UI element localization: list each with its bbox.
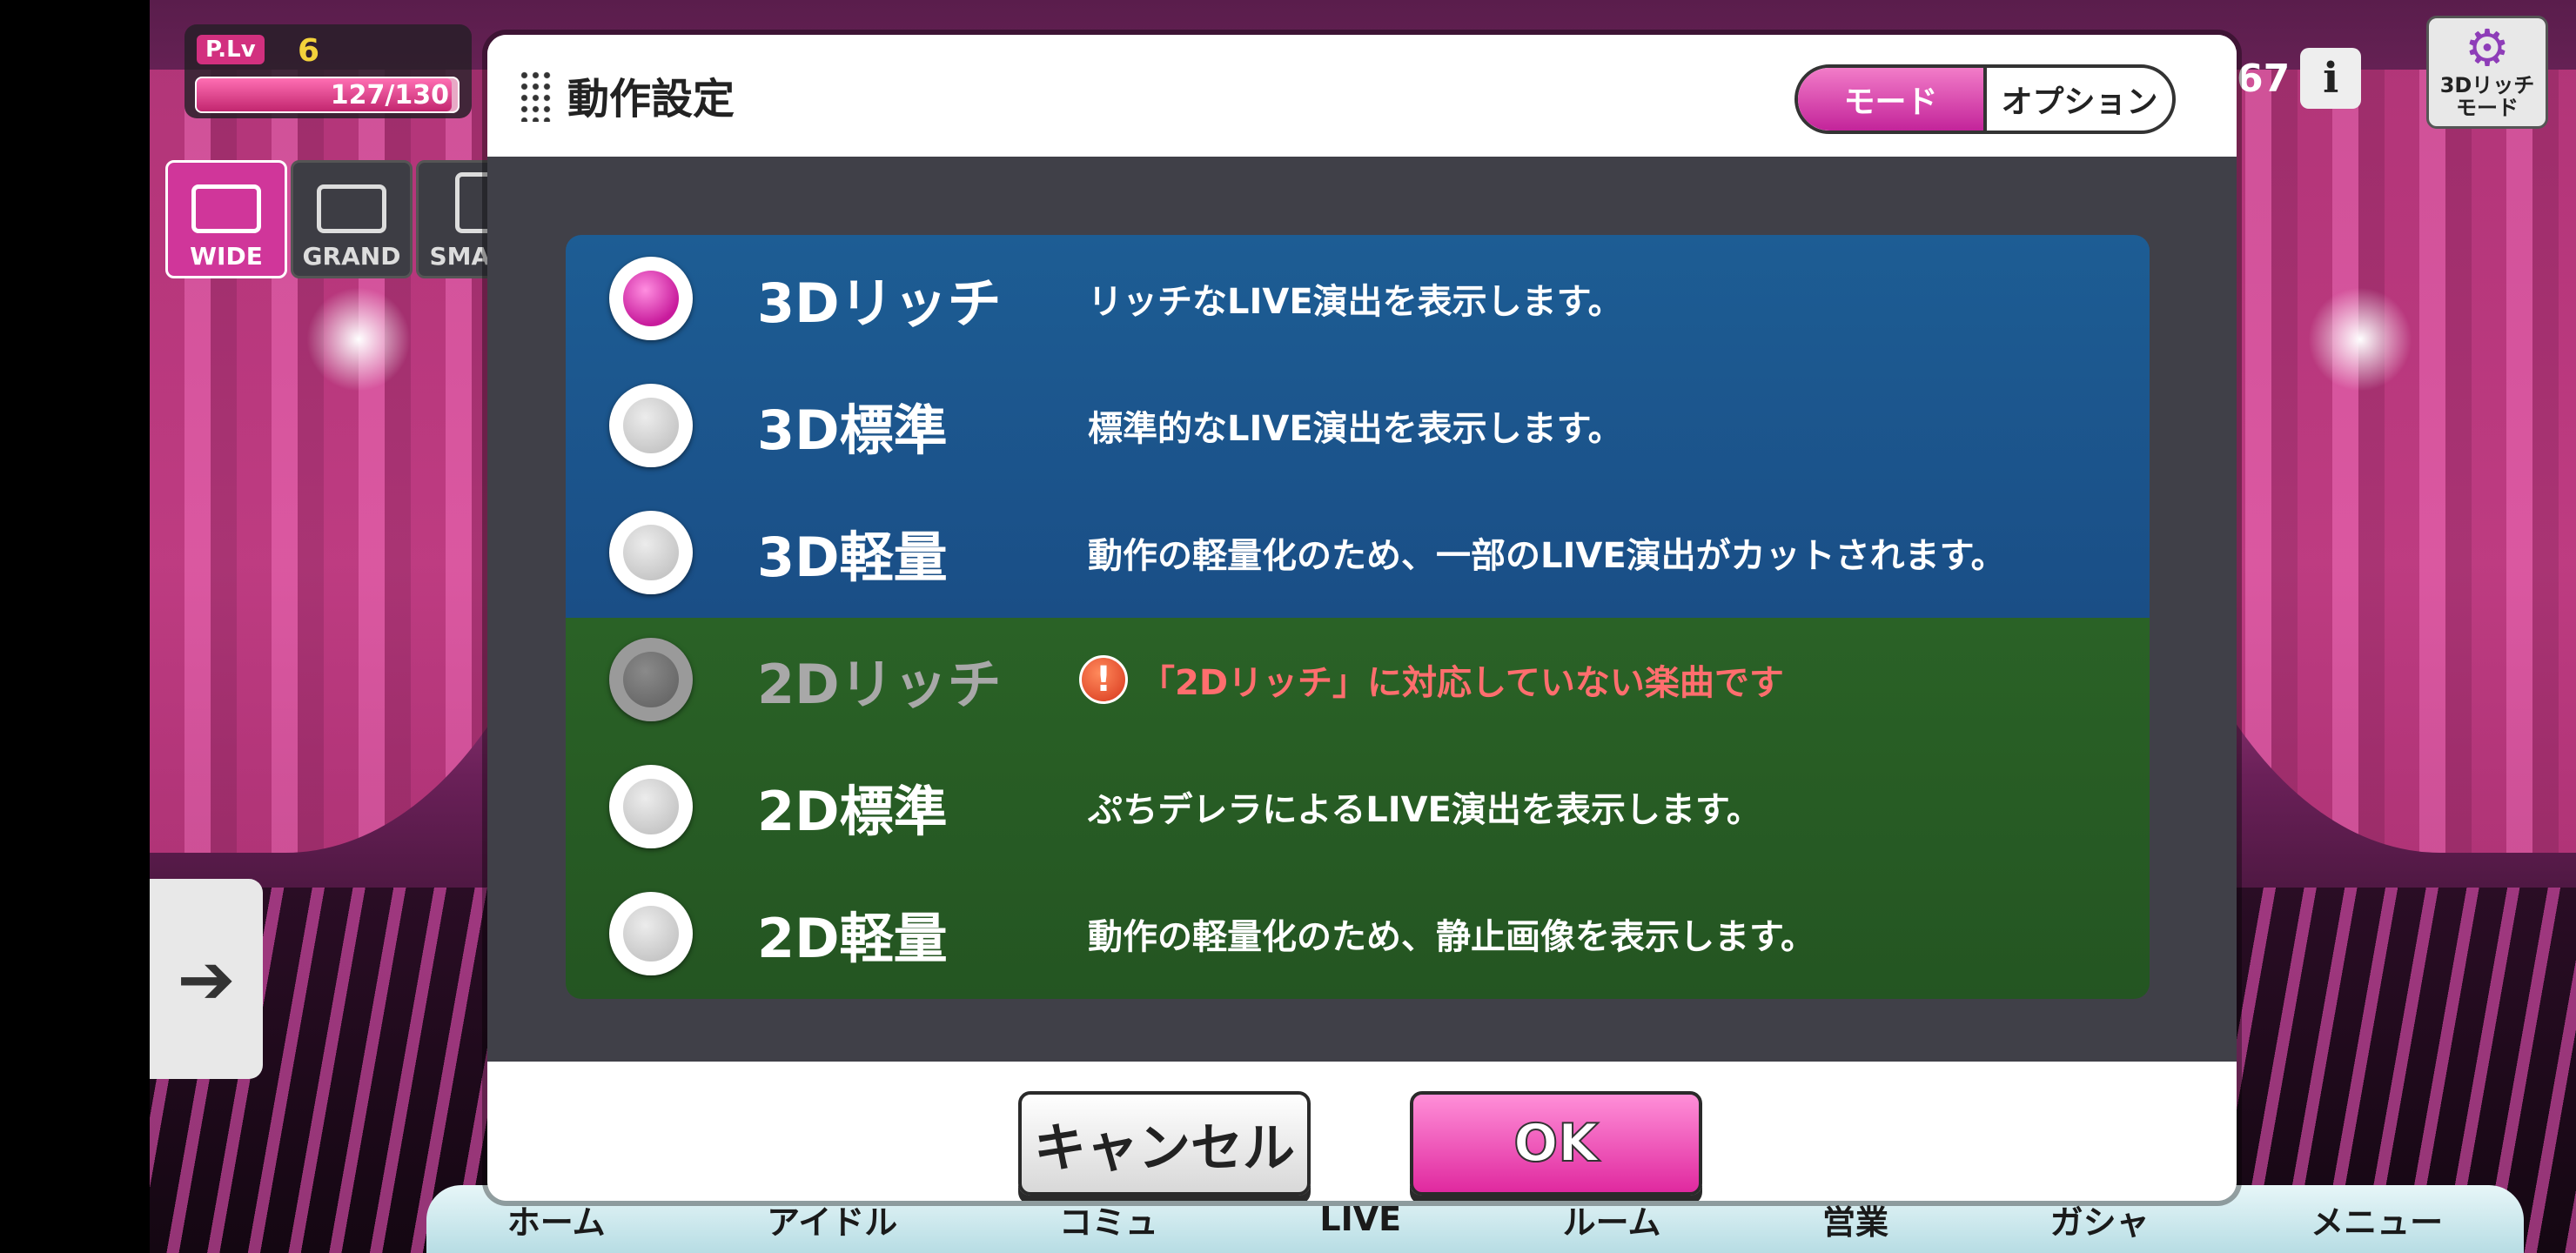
- radio-button[interactable]: [609, 892, 693, 975]
- grip-icon: [519, 70, 553, 122]
- nav-commu[interactable]: コミュ: [1059, 1196, 1158, 1243]
- nav-menu[interactable]: メニュー: [2311, 1196, 2443, 1243]
- option-2d-light[interactable]: 2D軽量 動作の軽量化のため、静止画像を表示します。: [566, 870, 2150, 997]
- mode-button-label: 3Dリッチ モード: [2439, 73, 2535, 120]
- counter-value: 67: [2237, 56, 2291, 101]
- option-3d-rich[interactable]: 3Dリッチ リッチなLIVE演出を表示します。: [566, 235, 2150, 362]
- grand-screen-icon: [317, 184, 386, 233]
- dialog-header: 動作設定 モード オプション: [487, 35, 2237, 157]
- performance-settings-dialog: 動作設定 モード オプション 3Dリッチ リッチなLIVE演出を表示します。 3…: [487, 35, 2237, 1201]
- nav-home[interactable]: ホーム: [507, 1196, 606, 1243]
- view-grand-button[interactable]: GRAND: [291, 160, 413, 278]
- side-panel-toggle[interactable]: ➔: [150, 879, 263, 1079]
- plv-exp-bar: 127/130: [195, 77, 460, 113]
- nav-room[interactable]: ルーム: [1563, 1196, 1661, 1243]
- nav-live[interactable]: LIVE: [1319, 1200, 1401, 1238]
- nav-gacha[interactable]: ガシャ: [2050, 1196, 2150, 1243]
- option-name: 3D標準: [757, 399, 948, 462]
- mode-settings-button[interactable]: ⚙ 3Dリッチ モード: [2426, 16, 2548, 129]
- option-2d-standard[interactable]: 2D標準 ぷちデレラによるLIVE演出を表示します。: [566, 743, 2150, 870]
- info-icon[interactable]: i: [2300, 48, 2362, 109]
- dialog-title: 動作設定: [567, 75, 735, 124]
- tab-mode[interactable]: モード: [1798, 68, 1987, 131]
- nav-work[interactable]: 営業: [1822, 1196, 1888, 1243]
- cancel-button[interactable]: キャンセル: [1018, 1091, 1311, 1196]
- mode-option-tabs: モード オプション: [1794, 64, 2176, 134]
- gear-icon: ⚙: [2465, 18, 2510, 77]
- stage-light: [306, 287, 411, 392]
- radio-button-disabled: [609, 638, 693, 721]
- view-wide-button[interactable]: WIDE: [165, 160, 287, 278]
- view-mode-buttons: WIDE GRAND SMART: [165, 160, 538, 278]
- option-name: 3D軽量: [757, 526, 948, 589]
- plv-level: 6: [298, 33, 320, 69]
- option-2d-rich: 2Dリッチ ! 「2Dリッチ」に対応していない楽曲です: [566, 616, 2150, 743]
- tab-option[interactable]: オプション: [1987, 68, 2172, 131]
- warning-text: 「2Dリッチ」に対応していない楽曲です: [1140, 663, 1784, 703]
- warning-icon: !: [1079, 655, 1128, 704]
- dialog-footer: キャンセル OK: [487, 1062, 2237, 1201]
- stage-light: [2308, 287, 2412, 392]
- radio-button[interactable]: [609, 765, 693, 848]
- option-description: 動作の軽量化のため、一部のLIVE演出がカットされます。: [1088, 536, 2006, 576]
- radio-button[interactable]: [609, 511, 693, 594]
- radio-button[interactable]: [609, 257, 693, 340]
- plv-tag: P.Lv: [197, 35, 265, 64]
- option-description: リッチなLIVE演出を表示します。: [1088, 282, 1623, 322]
- ok-button[interactable]: OK: [1410, 1091, 1702, 1196]
- option-name: 2D標準: [757, 780, 948, 843]
- nav-idol[interactable]: アイドル: [767, 1196, 897, 1243]
- plv-exp-text: 127/130: [330, 80, 449, 111]
- wide-screen-icon: [191, 184, 261, 233]
- arrow-right-icon: ➔: [177, 938, 236, 1020]
- dialog-body: 3Dリッチ リッチなLIVE演出を表示します。 3D標準 標準的なLIVE演出を…: [487, 157, 2237, 1062]
- option-3d-light[interactable]: 3D軽量 動作の軽量化のため、一部のLIVE演出がカットされます。: [566, 489, 2150, 616]
- option-description: 動作の軽量化のため、静止画像を表示します。: [1088, 917, 1815, 957]
- option-description: ぷちデレラによるLIVE演出を表示します。: [1088, 790, 1761, 830]
- option-name: 2Dリッチ: [757, 653, 1002, 716]
- option-warning: ! 「2Dリッチ」に対応していない楽曲です: [1079, 654, 1784, 705]
- radio-button[interactable]: [609, 384, 693, 467]
- option-name: 3Dリッチ: [757, 271, 1002, 335]
- counter-display: 67 i: [2237, 44, 2362, 113]
- option-name: 2D軽量: [757, 907, 948, 970]
- option-3d-standard[interactable]: 3D標準 標準的なLIVE演出を表示します。: [566, 362, 2150, 489]
- producer-level-panel: P.Lv 6 127/130: [184, 24, 472, 118]
- option-description: 標準的なLIVE演出を表示します。: [1088, 409, 1623, 449]
- mode-option-list: 3Dリッチ リッチなLIVE演出を表示します。 3D標準 標準的なLIVE演出を…: [566, 235, 2150, 999]
